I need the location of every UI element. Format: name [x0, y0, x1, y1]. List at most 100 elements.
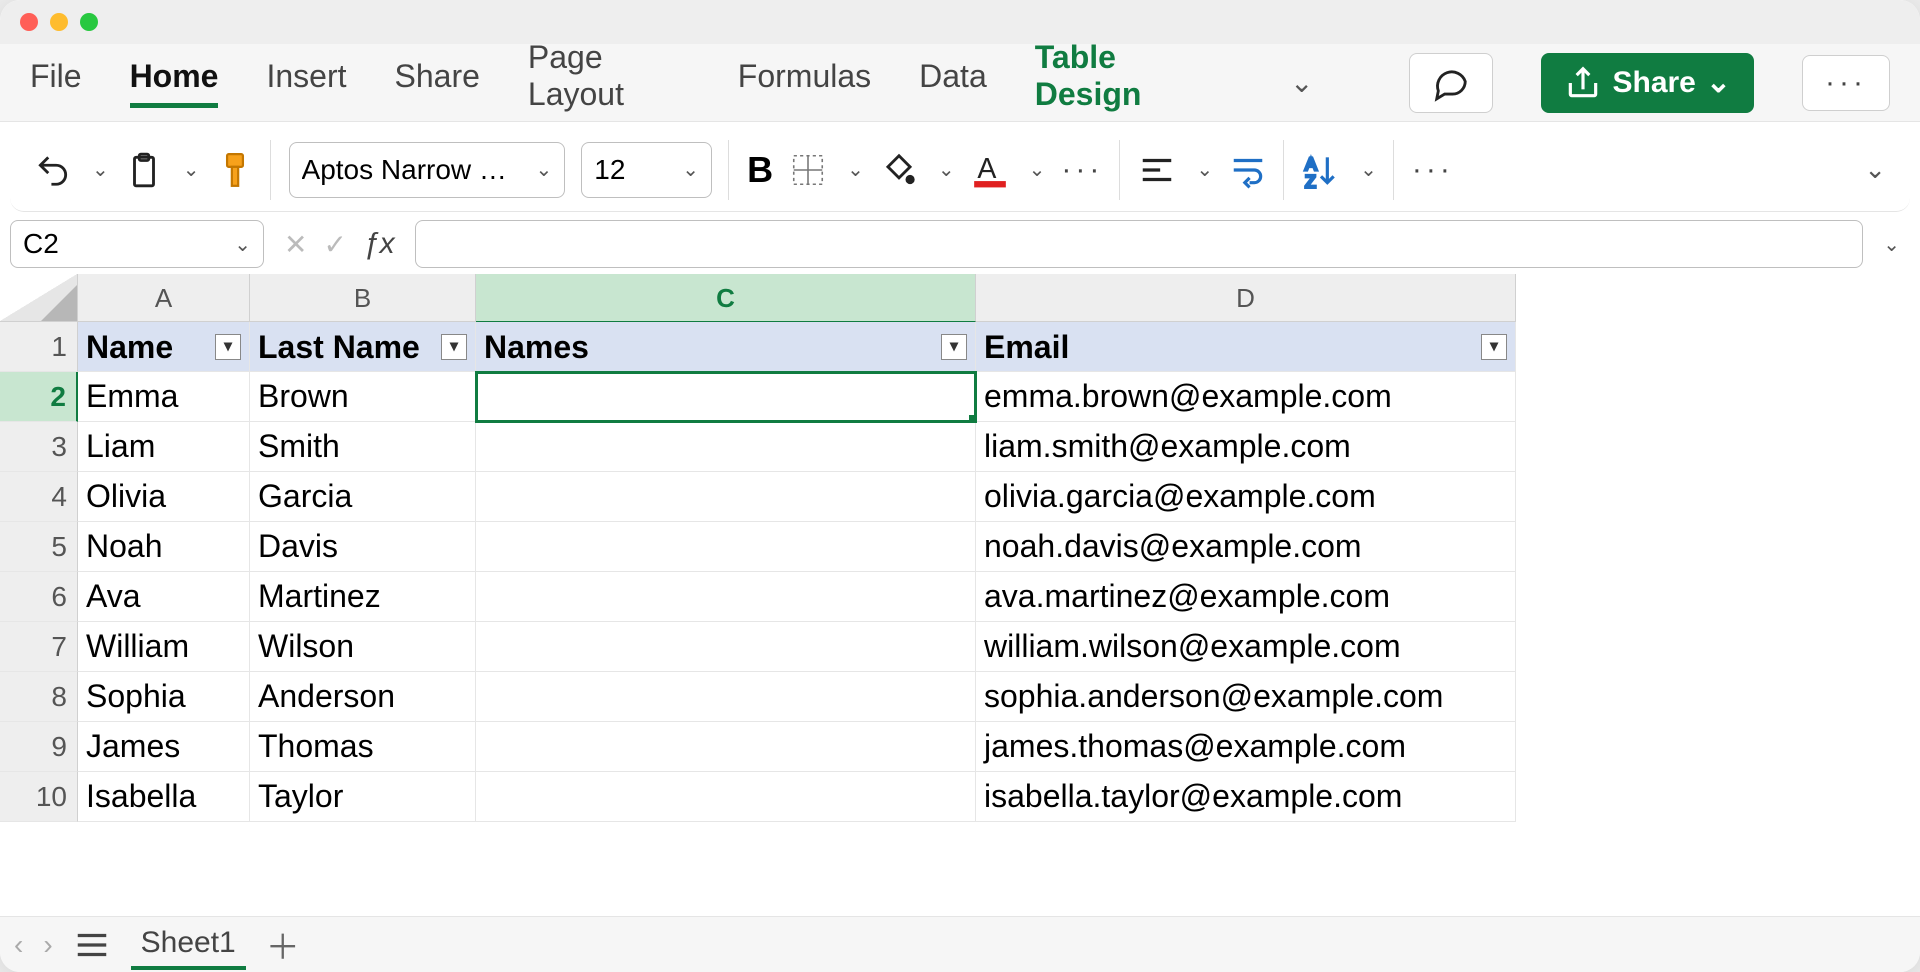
cell-C6[interactable]: [476, 572, 976, 622]
cell-C7[interactable]: [476, 622, 976, 672]
filter-dropdown-icon[interactable]: ▾: [441, 334, 467, 360]
paste-dropdown-caret[interactable]: ⌄: [183, 157, 200, 182]
cell-B3[interactable]: Smith: [250, 422, 476, 472]
font-family-select[interactable]: Aptos Narrow … ⌄: [289, 142, 566, 198]
cell-B6[interactable]: Martinez: [250, 572, 476, 622]
cell-C8[interactable]: [476, 672, 976, 722]
cell-A8[interactable]: Sophia: [78, 672, 250, 722]
align-left-icon[interactable]: [1138, 151, 1176, 189]
cell-D3[interactable]: liam.smith@example.com: [976, 422, 1516, 472]
clipboard-icon[interactable]: [125, 151, 163, 189]
sheet-tab-sheet1[interactable]: Sheet1: [131, 920, 246, 970]
row-header-3[interactable]: 3: [0, 422, 78, 472]
cell-A6[interactable]: Ava: [78, 572, 250, 622]
tab-formulas[interactable]: Formulas: [738, 58, 871, 108]
cell-D10[interactable]: isabella.taylor@example.com: [976, 772, 1516, 822]
row-header-5[interactable]: 5: [0, 522, 78, 572]
cell-A10[interactable]: Isabella: [78, 772, 250, 822]
col-header-A[interactable]: A: [78, 274, 250, 322]
formula-input[interactable]: [415, 220, 1864, 268]
cell-B2[interactable]: Brown: [250, 372, 476, 422]
row-header-8[interactable]: 8: [0, 672, 78, 722]
sort-filter-icon[interactable]: AZ: [1302, 151, 1340, 189]
cell-A5[interactable]: Noah: [78, 522, 250, 572]
cell-B5[interactable]: Davis: [250, 522, 476, 572]
tab-file[interactable]: File: [30, 58, 82, 108]
tab-page-layout[interactable]: Page Layout: [528, 39, 690, 126]
cell-B8[interactable]: Anderson: [250, 672, 476, 722]
col-header-B[interactable]: B: [250, 274, 476, 322]
ribbon-more-icon[interactable]: ···: [1412, 153, 1454, 187]
undo-icon[interactable]: [34, 151, 72, 189]
close-window-button[interactable]: [20, 13, 38, 31]
cancel-formula-icon[interactable]: ✕: [284, 228, 307, 261]
fx-icon[interactable]: ƒx: [363, 227, 395, 261]
row-header-4[interactable]: 4: [0, 472, 78, 522]
share-button[interactable]: Share ⌄: [1541, 53, 1754, 113]
spreadsheet-grid[interactable]: A B C D 1 Name▾ Last Name▾ Names▾ Email▾…: [0, 274, 1920, 916]
comments-button[interactable]: [1409, 53, 1493, 113]
tab-data[interactable]: Data: [919, 58, 987, 108]
sheet-nav-prev[interactable]: ‹: [14, 929, 23, 961]
row-header-10[interactable]: 10: [0, 772, 78, 822]
expand-formula-caret[interactable]: ⌄: [1883, 232, 1900, 257]
add-sheet-button[interactable]: ＋: [266, 920, 300, 969]
font-color-caret[interactable]: ⌄: [1029, 157, 1046, 182]
tab-table-design[interactable]: Table Design: [1035, 39, 1212, 126]
cell-A9[interactable]: James: [78, 722, 250, 772]
bold-button[interactable]: B: [747, 149, 773, 191]
borders-caret[interactable]: ⌄: [847, 157, 864, 182]
undo-dropdown-caret[interactable]: ⌄: [92, 157, 109, 182]
col-header-D[interactable]: D: [976, 274, 1516, 322]
table-header-email[interactable]: Email▾: [976, 322, 1516, 372]
cell-A4[interactable]: Olivia: [78, 472, 250, 522]
filter-dropdown-icon[interactable]: ▾: [215, 334, 241, 360]
row-header-6[interactable]: 6: [0, 572, 78, 622]
cell-D6[interactable]: ava.martinez@example.com: [976, 572, 1516, 622]
collapse-ribbon-caret[interactable]: ⌄: [1864, 154, 1886, 185]
minimize-window-button[interactable]: [50, 13, 68, 31]
row-header-9[interactable]: 9: [0, 722, 78, 772]
sheet-nav-next[interactable]: ›: [43, 929, 52, 961]
cell-C4[interactable]: [476, 472, 976, 522]
table-header-names[interactable]: Names▾: [476, 322, 976, 372]
tabs-overflow-caret[interactable]: ⌄: [1290, 66, 1313, 99]
row-header-7[interactable]: 7: [0, 622, 78, 672]
font-color-icon[interactable]: A: [971, 151, 1009, 189]
row-header-1[interactable]: 1: [0, 322, 78, 372]
cell-A7[interactable]: William: [78, 622, 250, 672]
all-sheets-icon[interactable]: [73, 926, 111, 964]
table-header-name[interactable]: Name▾: [78, 322, 250, 372]
row-header-2[interactable]: 2: [0, 372, 78, 422]
cell-C2[interactable]: [476, 372, 976, 422]
font-more-icon[interactable]: ···: [1061, 153, 1103, 187]
name-box[interactable]: C2 ⌄: [10, 220, 264, 268]
cell-D7[interactable]: william.wilson@example.com: [976, 622, 1516, 672]
font-size-select[interactable]: 12 ⌄: [581, 142, 712, 198]
tab-insert[interactable]: Insert: [266, 58, 346, 108]
wrap-text-icon[interactable]: [1229, 151, 1267, 189]
cell-B9[interactable]: Thomas: [250, 722, 476, 772]
cell-D8[interactable]: sophia.anderson@example.com: [976, 672, 1516, 722]
accept-formula-icon[interactable]: ✓: [323, 228, 346, 261]
table-header-lastname[interactable]: Last Name▾: [250, 322, 476, 372]
align-caret[interactable]: ⌄: [1196, 157, 1213, 182]
cell-B4[interactable]: Garcia: [250, 472, 476, 522]
cell-B7[interactable]: Wilson: [250, 622, 476, 672]
tab-home[interactable]: Home: [130, 58, 219, 108]
cell-A2[interactable]: Emma: [78, 372, 250, 422]
cell-C3[interactable]: [476, 422, 976, 472]
cell-B10[interactable]: Taylor: [250, 772, 476, 822]
more-options-button[interactable]: ···: [1802, 55, 1890, 111]
format-painter-icon[interactable]: [216, 151, 254, 189]
filter-dropdown-icon[interactable]: ▾: [1481, 334, 1507, 360]
maximize-window-button[interactable]: [80, 13, 98, 31]
cell-D2[interactable]: emma.brown@example.com: [976, 372, 1516, 422]
cell-D5[interactable]: noah.davis@example.com: [976, 522, 1516, 572]
select-all-corner[interactable]: [0, 274, 78, 322]
sort-caret[interactable]: ⌄: [1360, 157, 1377, 182]
cell-D9[interactable]: james.thomas@example.com: [976, 722, 1516, 772]
cell-D4[interactable]: olivia.garcia@example.com: [976, 472, 1516, 522]
filter-dropdown-icon[interactable]: ▾: [941, 334, 967, 360]
fill-color-caret[interactable]: ⌄: [938, 157, 955, 182]
